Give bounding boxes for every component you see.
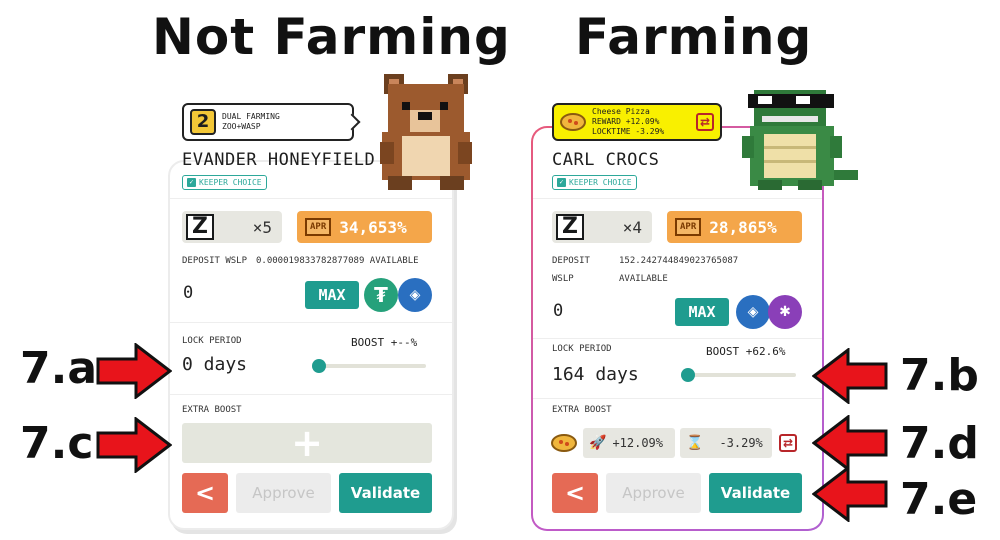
wasp-coin-icon: ◈ [398,278,432,312]
extra-boost-label: EXTRA BOOST [182,405,242,415]
deposit-available-label: AVAILABLE [619,274,668,284]
badge-line-2: ZOO+WASP [222,122,261,131]
zoo-coin-icon: ✱ [768,295,802,329]
annotation-7d: 7.d [900,418,979,469]
annotation-7a: 7.a [20,343,98,394]
divider [533,398,822,399]
cheese-pizza-badge: Cheese Pizza REWARD +12.09% LOCKTIME -3.… [552,103,722,141]
apr-box: APR 28,865% [667,211,802,243]
arrow-left-icon [812,415,888,471]
keeper-choice-label: KEEPER CHOICE [569,178,632,187]
lock-period-value: 0 days [182,354,248,375]
annotation-7e: 7.e [900,474,978,525]
add-boost-button[interactable]: + [182,421,432,465]
apr-tag: APR [675,218,702,236]
zoo-two-icon: 2 [190,109,216,135]
lock-slider-thumb[interactable] [681,368,695,382]
boost-label: BOOST +--% [351,336,418,349]
deposit-available: 0.000019833782877089 AVAILABLE [256,256,419,266]
deposit-label: DEPOSIT [552,256,590,266]
arrow-left-icon [812,466,888,522]
heading-farming: Farming [575,8,813,66]
locktime-boost-value: -3.29% [719,436,763,450]
arrow-right-icon [96,417,172,473]
max-button[interactable]: MAX [675,298,729,326]
deposit-input[interactable]: 0 [183,283,193,303]
approve-button[interactable]: Approve [236,473,331,513]
swap-boost-icon[interactable]: ⇄ [779,434,797,452]
apr-tag: APR [305,218,332,236]
reward-boost-pill: 🚀 +12.09% [583,428,675,458]
dual-farming-badge: 2 DUAL FARMING ZOO+WASP [182,103,354,141]
deposit-label: DEPOSIT WSLP [182,256,248,266]
badge-line-2: REWARD +12.09% [592,117,660,126]
multiplier-box: Z ×4 [552,211,652,243]
keeper-choice-badge: ✓ KEEPER CHOICE [552,175,637,190]
deposit-available: 152.242744849023765087 [619,256,739,266]
lock-slider-track[interactable] [318,364,426,368]
apr-value: 34,653% [339,217,407,237]
divider [533,198,822,199]
check-icon: ✓ [187,178,196,187]
arrow-left-icon [812,348,888,404]
annotation-7c: 7.c [20,418,94,469]
extra-boost-label: EXTRA BOOST [552,405,612,415]
apr-box: APR 34,653% [297,211,432,243]
pizza-boost-icon [551,434,577,452]
deposit-label-token: WSLP [552,274,574,284]
lock-period-label: LOCK PERIOD [552,344,612,354]
swap-icon[interactable]: ⇄ [696,113,714,131]
badge-line-1: DUAL FARMING [222,112,280,121]
farm-name: EVANDER HONEYFIELD [182,150,376,170]
farm-name: CARL CROCS [552,150,660,170]
tether-coin-icon: ₮ [364,278,398,312]
locktime-boost-pill: ⌛ -3.29% [680,428,772,458]
validate-button[interactable]: Validate [709,473,802,513]
croc-mascot-icon [742,90,858,190]
validate-button[interactable]: Validate [339,473,432,513]
arrow-right-icon [96,343,172,399]
hourglass-icon: ⌛ [686,435,704,451]
heading-not-farming: Not Farming [152,8,511,66]
max-button[interactable]: MAX [305,281,359,309]
back-button[interactable]: < [552,473,598,513]
check-icon: ✓ [557,178,566,187]
multiplier-box: Z ×5 [182,211,282,243]
bear-mascot-icon [380,74,472,190]
divider [533,338,822,339]
lock-period-label: LOCK PERIOD [182,336,242,346]
z-logo-icon: Z [186,214,214,240]
badge-line-1: Cheese Pizza [592,107,650,116]
z-logo-icon: Z [556,214,584,240]
keeper-choice-badge: ✓ KEEPER CHOICE [182,175,267,190]
divider [170,394,452,395]
rocket-icon: 🚀 [589,435,607,451]
pizza-icon [560,113,586,131]
deposit-input[interactable]: 0 [553,301,563,321]
multiplier-value: ×4 [622,217,642,237]
lock-slider-thumb[interactable] [312,359,326,373]
lock-period-value: 164 days [552,364,639,385]
divider [170,322,452,323]
wasp-coin-icon: ◈ [736,295,770,329]
keeper-choice-label: KEEPER CHOICE [199,178,262,187]
boost-label: BOOST +62.6% [706,345,786,358]
back-button[interactable]: < [182,473,228,513]
annotation-7b: 7.b [900,350,979,401]
badge-line-3: LOCKTIME -3.29% [592,127,665,136]
multiplier-value: ×5 [252,217,272,237]
approve-button[interactable]: Approve [606,473,701,513]
lock-slider-track[interactable] [688,373,796,377]
divider [170,198,452,199]
reward-boost-value: +12.09% [612,436,664,450]
apr-value: 28,865% [709,217,777,237]
